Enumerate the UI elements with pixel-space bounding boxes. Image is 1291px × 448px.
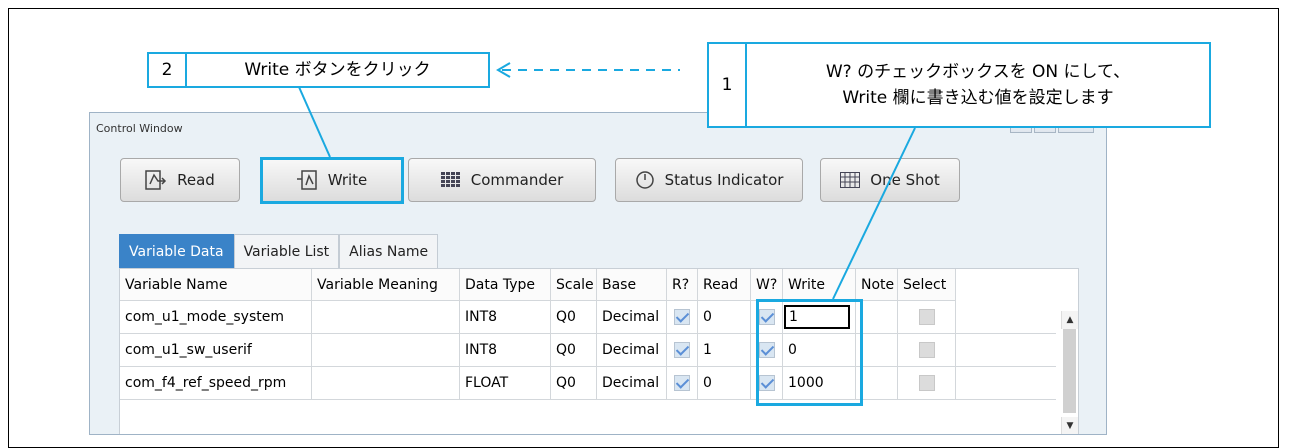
callout-2-text: Write ボタンをクリック (244, 60, 431, 80)
scale-cell: Q0 (551, 334, 597, 367)
table-row[interactable]: com_f4_ref_speed_rpm FLOAT Q0 Decimal 0 1000 (120, 367, 1056, 400)
filler-cell (956, 301, 1056, 334)
window-title: Control Window (96, 122, 183, 135)
select-checkbox[interactable] (918, 342, 935, 358)
meaning-cell (312, 334, 460, 367)
status-indicator-button-label: Status Indicator (664, 171, 784, 189)
scrollbar-thumb[interactable] (1063, 329, 1076, 413)
status-indicator-button[interactable]: Status Indicator (615, 158, 803, 202)
column-header[interactable]: Variable Meaning (312, 269, 460, 301)
one-shot-button-label: One Shot (870, 171, 940, 189)
read-cell: 0 (698, 367, 751, 400)
filler-cell (956, 334, 1056, 367)
variable-table: Variable Name Variable Meaning Data Type… (119, 268, 1079, 434)
r-cell (667, 334, 698, 367)
table-row[interactable]: com_u1_mode_system INT8 Q0 Decimal 0 1 (120, 301, 1056, 334)
commander-icon (440, 172, 460, 187)
callout-1-line1: W? のチェックボックスを ON にして、 (825, 62, 1131, 82)
tab-variable-list[interactable]: Variable List (233, 234, 340, 268)
one-shot-icon (840, 172, 861, 188)
commander-button-label: Commander (470, 171, 564, 189)
read-button-label: Read (177, 171, 215, 189)
scroll-down-icon[interactable]: ▼ (1061, 417, 1078, 434)
write-button-highlight (260, 157, 404, 204)
status-indicator-icon (635, 171, 654, 189)
one-shot-button[interactable]: One Shot (820, 158, 960, 202)
meaning-cell (312, 367, 460, 400)
select-cell (898, 334, 956, 367)
write-column-highlight (756, 299, 863, 406)
select-checkbox[interactable] (918, 375, 935, 391)
filler-cell (956, 367, 1056, 400)
scale-cell: Q0 (551, 301, 597, 334)
base-cell: Decimal (597, 367, 667, 400)
name-cell: com_u1_sw_userif (120, 334, 312, 367)
tab-bar: Variable Data Variable List Alias Name (119, 234, 439, 268)
name-cell: com_u1_mode_system (120, 301, 312, 334)
type-cell: FLOAT (460, 367, 551, 400)
table-row[interactable]: com_u1_sw_userif INT8 Q0 Decimal 1 0 (120, 334, 1056, 367)
callout-2: 2 Write ボタンをクリック (147, 52, 490, 88)
tab-alias-name[interactable]: Alias Name (339, 234, 439, 268)
read-icon (145, 170, 167, 190)
type-cell: INT8 (460, 334, 551, 367)
commander-button[interactable]: Commander (408, 158, 596, 202)
tab-variable-data[interactable]: Variable Data (119, 234, 234, 268)
read-checkbox[interactable] (674, 375, 690, 391)
read-checkbox[interactable] (674, 342, 690, 358)
base-cell: Decimal (597, 301, 667, 334)
column-header[interactable]: Scale (551, 269, 597, 301)
select-cell (898, 301, 956, 334)
base-cell: Decimal (597, 334, 667, 367)
callout-1: 1 W? のチェックボックスを ON にして、 Write 欄に書き込む値を設定… (707, 42, 1211, 128)
callout-2-number: 2 (149, 54, 187, 86)
column-header[interactable]: Variable Name (120, 269, 312, 301)
read-button[interactable]: Read (120, 158, 240, 202)
column-header[interactable]: W? (751, 269, 783, 301)
column-header[interactable]: Write (783, 269, 856, 301)
column-header[interactable]: Select (898, 269, 956, 301)
column-header[interactable]: R? (667, 269, 698, 301)
read-cell: 1 (698, 334, 751, 367)
read-cell: 0 (698, 301, 751, 334)
scroll-up-icon[interactable]: ▲ (1061, 311, 1078, 329)
control-window: Control Window – ▫ ✕ Read Write Commande… (89, 112, 1107, 435)
column-header[interactable]: Note (856, 269, 898, 301)
name-cell: com_f4_ref_speed_rpm (120, 367, 312, 400)
type-cell: INT8 (460, 301, 551, 334)
column-header[interactable]: Base (597, 269, 667, 301)
select-cell (898, 367, 956, 400)
scale-cell: Q0 (551, 367, 597, 400)
table-header: Variable Name Variable Meaning Data Type… (120, 269, 956, 301)
callout-1-number: 1 (709, 44, 747, 126)
r-cell (667, 301, 698, 334)
callout-1-line2: Write 欄に書き込む値を設定します (842, 88, 1114, 108)
callout-1-text: W? のチェックボックスを ON にして、 Write 欄に書き込む値を設定しま… (747, 44, 1209, 126)
r-cell (667, 367, 698, 400)
column-header[interactable]: Data Type (460, 269, 551, 301)
meaning-cell (312, 301, 460, 334)
read-checkbox[interactable] (674, 309, 690, 325)
select-checkbox[interactable] (918, 309, 935, 325)
column-header[interactable]: Read (698, 269, 751, 301)
